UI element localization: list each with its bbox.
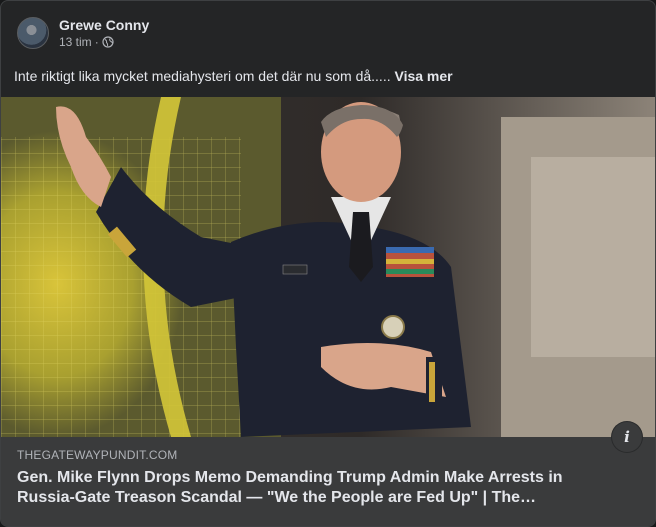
author-avatar[interactable]	[17, 17, 49, 49]
see-more-link[interactable]: Visa mer	[394, 68, 452, 84]
post-card: Grewe Conny 13 tim · Inte riktigt lika m…	[0, 0, 656, 527]
info-icon[interactable]: i	[612, 422, 642, 452]
meta-separator: ·	[94, 34, 99, 49]
post-text: Inte riktigt lika mycket mediahysteri om…	[14, 67, 639, 85]
link-domain: THEGATEWAYPUNDIT.COM	[17, 448, 178, 462]
link-headline[interactable]: Gen. Mike Flynn Drops Memo Demanding Tru…	[17, 468, 615, 508]
post-header: Grewe Conny 13 tim ·	[17, 15, 149, 51]
post-message: Inte riktigt lika mycket mediahysteri om…	[14, 68, 395, 84]
post-timestamp-row: 13 tim ·	[59, 34, 149, 50]
link-preview[interactable]: THEGATEWAYPUNDIT.COM Gen. Mike Flynn Dro…	[1, 437, 655, 526]
post-meta: Grewe Conny 13 tim ·	[59, 17, 149, 50]
post-time[interactable]: 13 tim	[59, 34, 92, 50]
globe-icon[interactable]	[102, 35, 114, 48]
link-preview-image[interactable]	[1, 97, 655, 437]
author-name[interactable]: Grewe Conny	[59, 17, 149, 34]
general-photo-image	[1, 97, 655, 437]
